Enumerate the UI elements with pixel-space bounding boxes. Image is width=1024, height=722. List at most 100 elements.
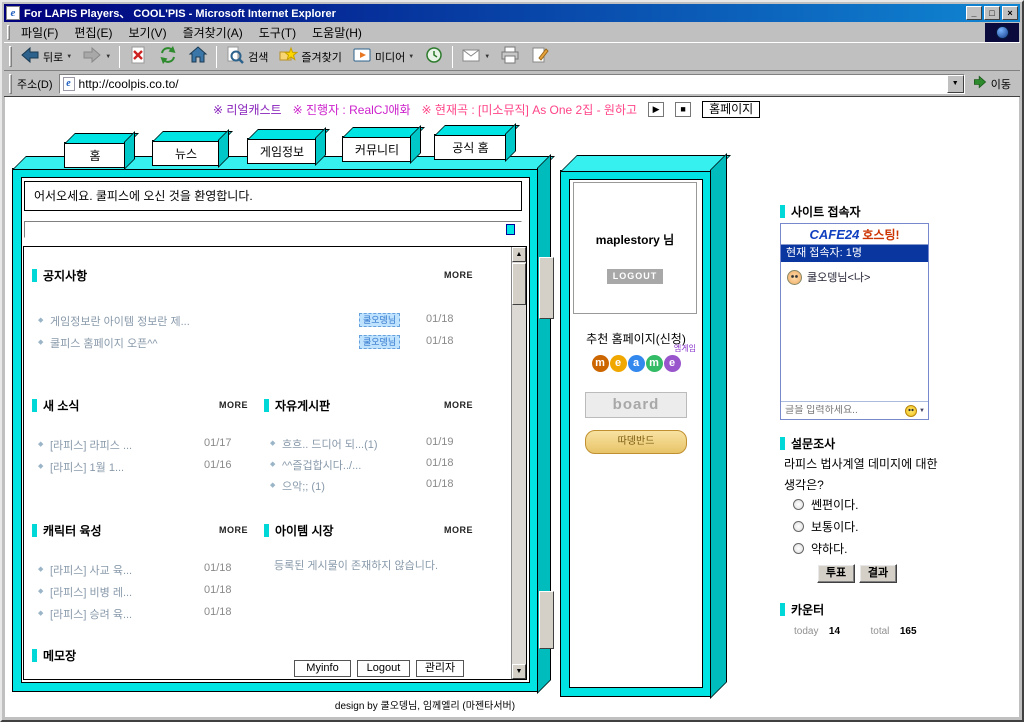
print-button[interactable]: [495, 43, 525, 70]
radio-icon[interactable]: [793, 499, 804, 510]
character-item-text[interactable]: [라피스] 승려 육...: [50, 606, 132, 622]
close-button[interactable]: ×: [1002, 6, 1018, 20]
maximize-button[interactable]: □: [984, 6, 1000, 20]
forward-button[interactable]: ▼: [77, 43, 116, 70]
free-board-item[interactable]: ◆ 흐흐.. 드디어 되...(1) 01/19: [24, 436, 510, 452]
refresh-icon: [158, 45, 178, 68]
menu-grip[interactable]: [7, 25, 10, 40]
toolbar-grip[interactable]: [9, 46, 12, 68]
tab-community[interactable]: 커뮤니티: [342, 136, 412, 162]
forward-dropdown-icon[interactable]: ▼: [105, 54, 111, 60]
panel-side-handle: [539, 257, 554, 319]
notice-more-link[interactable]: MORE: [444, 270, 473, 280]
home-icon: [188, 45, 208, 68]
character-item-text[interactable]: [라피스] 사교 육...: [50, 562, 132, 578]
item-bullet-icon: ◆: [38, 316, 43, 324]
menu-edit[interactable]: 편집(E): [66, 22, 120, 43]
profile-username: maplestory 님: [574, 231, 696, 248]
media-dropdown-icon[interactable]: ▼: [408, 54, 414, 60]
section-bullet-icon: [32, 524, 37, 537]
mail-button[interactable]: ▼: [456, 43, 495, 70]
poll-option[interactable]: 쎈편이다.: [793, 496, 859, 513]
free-board-item-text[interactable]: 으악;; (1): [282, 478, 325, 494]
cafe24-brand: CAFE24: [810, 227, 860, 242]
free-board-item-text[interactable]: 흐흐.. 드디어 되...(1): [282, 436, 378, 452]
radio-icon[interactable]: [793, 521, 804, 532]
notice-item-text[interactable]: 쿨피스 홈페이지 오픈^^: [50, 335, 158, 351]
character-item[interactable]: ◆ [라피스] 비병 레... 01/18: [24, 584, 510, 600]
notice-title: 공지사항: [43, 267, 87, 284]
address-input[interactable]: e http://coolpis.co.to/ ▼: [59, 74, 965, 94]
address-url[interactable]: http://coolpis.co.to/: [79, 77, 947, 91]
tab-news[interactable]: 뉴스: [152, 140, 220, 166]
board-scrollbar[interactable]: ▲ ▼: [511, 247, 526, 679]
design-credit: design by 쿨오뎅님, 임께엘리 (마젠타서버): [185, 697, 665, 712]
media-button[interactable]: 미디어 ▼: [347, 43, 419, 70]
edit-button[interactable]: [525, 43, 555, 70]
tab-home[interactable]: 홈: [64, 142, 126, 168]
character-item-text[interactable]: [라피스] 비병 레...: [50, 584, 132, 600]
history-button[interactable]: [419, 43, 449, 70]
chat-dropdown-icon[interactable]: ▼: [919, 408, 925, 414]
home-button[interactable]: [183, 43, 213, 70]
emoticon-button[interactable]: [905, 405, 917, 417]
notice-item[interactable]: ◆ 쿨피스 홈페이지 오픈^^ 쿨오뎅님 01/18: [24, 335, 510, 351]
panel-side-handle: [539, 591, 554, 649]
cafe24-banner[interactable]: CAFE24 호스팅!: [781, 224, 928, 245]
search-button[interactable]: 검색: [220, 43, 273, 70]
item-bullet-icon: ◆: [38, 565, 43, 573]
admin-button[interactable]: 관리자: [416, 660, 464, 677]
radio-play-button[interactable]: ▶: [648, 102, 664, 117]
free-board-item[interactable]: ◆ 으악;; (1) 01/18: [24, 478, 510, 494]
back-button[interactable]: 뒤로 ▼: [15, 43, 77, 70]
free-board-more-link[interactable]: MORE: [444, 400, 473, 410]
board-banner[interactable]: board: [585, 392, 687, 418]
favorites-button[interactable]: 즐겨찾기: [273, 43, 346, 70]
stop-button[interactable]: [123, 43, 153, 70]
refresh-button[interactable]: [153, 43, 183, 70]
notice-item[interactable]: ◆ 게임정보란 아이템 정보란 제... 쿨오뎅님 01/18: [24, 313, 510, 329]
radio-stop-button[interactable]: ■: [675, 102, 691, 117]
radio-icon[interactable]: [793, 543, 804, 554]
notice-item-text[interactable]: 게임정보란 아이템 정보란 제...: [50, 313, 190, 329]
poll-result-button[interactable]: 결과: [859, 564, 897, 583]
menu-file[interactable]: 파일(F): [13, 22, 66, 43]
mail-dropdown-icon[interactable]: ▼: [484, 54, 490, 60]
poll-option[interactable]: 보통이다.: [793, 518, 859, 535]
free-board-item[interactable]: ◆ ^^즐겁합시다../... 01/18: [24, 457, 510, 473]
scrollbar-thumb[interactable]: [512, 263, 526, 305]
poll-title: 설문조사: [791, 435, 835, 452]
band-banner[interactable]: 따뎅반드: [585, 430, 687, 454]
menu-favorites[interactable]: 즐겨찾기(A): [175, 22, 251, 43]
mgame-banner[interactable]: m e a m e: [570, 355, 702, 372]
news-more-link[interactable]: MORE: [219, 400, 248, 410]
address-dropdown-button[interactable]: ▼: [947, 75, 964, 93]
section-bullet-icon: [32, 269, 37, 282]
character-more-link[interactable]: MORE: [219, 525, 248, 535]
radio-homepage-button[interactable]: 홈페이지: [702, 101, 760, 118]
go-button[interactable]: 이동: [965, 72, 1018, 95]
menu-view[interactable]: 보기(V): [120, 22, 174, 43]
free-board-item-text[interactable]: ^^즐겁합시다../...: [282, 457, 361, 473]
profile-logout-button[interactable]: LOGOUT: [607, 269, 663, 284]
title-bar: e For LAPIS Players、 COOL'PIS - Microsof…: [4, 4, 1020, 22]
item-date: 01/18: [204, 562, 232, 574]
tab-game-info[interactable]: 게임정보: [247, 138, 317, 164]
item-market-more-link[interactable]: MORE: [444, 525, 473, 535]
tab-official-home[interactable]: 공식 홈: [434, 134, 507, 160]
section-bullet-icon: [780, 437, 785, 450]
logout-button[interactable]: Logout: [357, 660, 410, 677]
chat-input[interactable]: [781, 405, 905, 416]
poll-option[interactable]: 약하다.: [793, 540, 847, 557]
vote-button[interactable]: 투표: [817, 564, 855, 583]
character-item[interactable]: ◆ [라피스] 승려 육... 01/18: [24, 606, 510, 622]
back-dropdown-icon[interactable]: ▼: [66, 54, 72, 60]
menu-tools[interactable]: 도구(T): [251, 22, 304, 43]
minimize-button[interactable]: _: [966, 6, 982, 20]
menu-help[interactable]: 도움말(H): [304, 22, 370, 43]
scroll-up-button[interactable]: ▲: [512, 247, 526, 262]
myinfo-button[interactable]: Myinfo: [294, 660, 351, 677]
scroll-down-button[interactable]: ▼: [512, 664, 526, 679]
section-bullet-icon: [32, 399, 37, 412]
address-grip[interactable]: [9, 74, 12, 94]
